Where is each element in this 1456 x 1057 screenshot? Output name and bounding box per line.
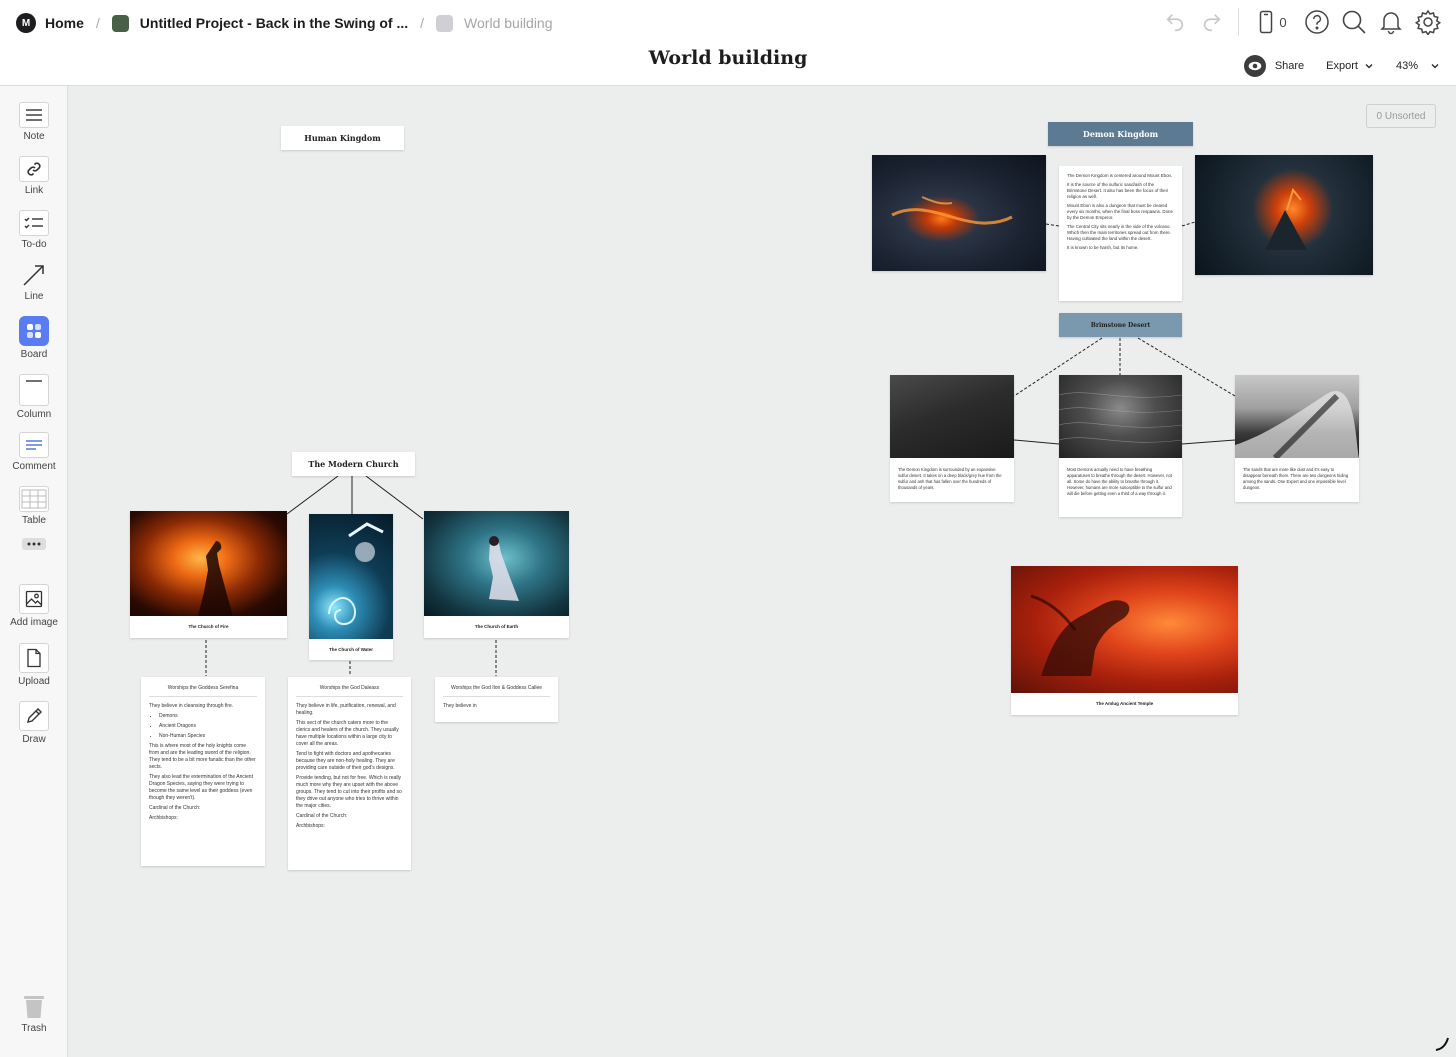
church-of-water-card[interactable]: The Church of Water: [309, 514, 393, 660]
human-kingdom-title: Human Kingdom: [304, 133, 381, 143]
desert-right-text: The sands that are more like dust and it…: [1243, 467, 1349, 490]
fire-note-text: They also lead the extermination of the …: [149, 774, 253, 801]
modern-church-title: The Modern Church: [308, 459, 399, 469]
desert-middle-text: Most Demons actually need to have breath…: [1067, 467, 1172, 496]
fire-note-text: Cardinal of the Church:: [149, 805, 201, 811]
desert-middle-card[interactable]: Most Demons actually need to have breath…: [1059, 375, 1182, 517]
desert-left-card[interactable]: The Demon Kingdom is surrounded by an ex…: [890, 375, 1014, 502]
earth-note-text: They believe in: [443, 703, 477, 709]
church-of-fire-card[interactable]: The Church of Fire: [130, 511, 287, 638]
church-of-water-note[interactable]: Worships the God Daleass They believe in…: [288, 677, 411, 870]
earth-image: [424, 511, 569, 616]
church-of-fire-note[interactable]: Worships the Goddess Serefina They belie…: [141, 677, 265, 866]
demon-note-text: The Demon Kingdom is centered around Mou…: [1067, 173, 1173, 178]
black-sand-image: [890, 375, 1014, 458]
modern-church-card[interactable]: The Modern Church: [292, 452, 415, 476]
fire-note-text: Archbishops:: [149, 815, 178, 821]
fire-note-list-item: Demons: [159, 713, 257, 720]
unsorted-button[interactable]: 0 Unsorted: [1366, 104, 1436, 128]
demon-note-text: Mount Ebon is also a dungeon that must b…: [1067, 203, 1173, 220]
demon-note-text: It is known to be harsh, but its home.: [1067, 245, 1139, 250]
fire-note-list: Demons Ancient Dragons Non-Human Species: [159, 713, 257, 740]
temple-card[interactable]: The Amlug Ancient Temple: [1011, 566, 1238, 715]
connector-line: [1181, 439, 1236, 445]
human-kingdom-card[interactable]: Human Kingdom: [281, 126, 404, 150]
connector-line: [286, 475, 339, 515]
water-note-text: Provide tending, but not for free. Which…: [296, 775, 402, 809]
temple-caption: The Amlug Ancient Temple: [1095, 701, 1154, 706]
fire-note-list-item: Non-Human Species: [159, 733, 257, 740]
brimstone-desert-title: Brimstone Desert: [1090, 321, 1151, 329]
volcano-image: [1195, 155, 1373, 275]
dragon-image: [1011, 566, 1238, 693]
water-note-text: Archbishops:: [296, 823, 325, 829]
demon-note-text: The Central City sits nearly in the side…: [1067, 224, 1171, 241]
water-note-heading: Worships the God Daleass: [296, 685, 403, 697]
lava-image: [872, 155, 1046, 271]
church-of-fire-caption: The Church of Fire: [188, 624, 229, 629]
earth-note-heading: Worships the God Ilon & Goddess Callee: [443, 685, 550, 697]
fire-image: [130, 511, 287, 616]
desert-left-text: The Demon Kingdom is surrounded by an ex…: [898, 467, 1002, 490]
demon-kingdom-card[interactable]: Demon Kingdom: [1048, 122, 1193, 146]
fire-note-text: This is where most of the holy knights c…: [149, 743, 256, 770]
demon-note-text: It is the source of the sulfuric sand/as…: [1067, 182, 1169, 199]
dune-image: [1235, 375, 1359, 458]
water-image: [309, 514, 393, 639]
demon-kingdom-title: Demon Kingdom: [1082, 129, 1159, 139]
water-note-text: They believe in life, purification, rene…: [296, 703, 396, 716]
demon-kingdom-note[interactable]: The Demon Kingdom is centered around Mou…: [1059, 166, 1182, 301]
fire-note-heading: Worships the Goddess Serefina: [149, 685, 257, 697]
dashed-connector: [1045, 223, 1060, 227]
church-of-water-caption: The Church of Water: [328, 647, 374, 652]
water-note-text: This sect of the church caters more to t…: [296, 720, 399, 747]
church-of-earth-note[interactable]: Worships the God Ilon & Goddess Callee T…: [435, 677, 558, 722]
connector-line: [1013, 439, 1060, 445]
fire-note-text: They believe in cleansing through fire.: [149, 703, 234, 709]
connector-line: [365, 475, 424, 520]
brimstone-desert-card[interactable]: Brimstone Desert: [1059, 313, 1182, 337]
water-note-text: Cardinal of the Church:: [296, 813, 348, 819]
dashed-connector: [1181, 221, 1196, 227]
desert-right-card[interactable]: The sands that are more like dust and it…: [1235, 375, 1359, 502]
fire-note-list-item: Ancient Dragons: [159, 723, 257, 730]
water-note-text: Tend to fight with doctors and apothecar…: [296, 751, 395, 771]
church-of-earth-caption: The Church of Earth: [474, 624, 519, 629]
resize-handle-icon[interactable]: [1434, 1036, 1450, 1052]
church-of-earth-card[interactable]: The Church of Earth: [424, 511, 569, 638]
dune-ripples-image: [1059, 375, 1182, 458]
